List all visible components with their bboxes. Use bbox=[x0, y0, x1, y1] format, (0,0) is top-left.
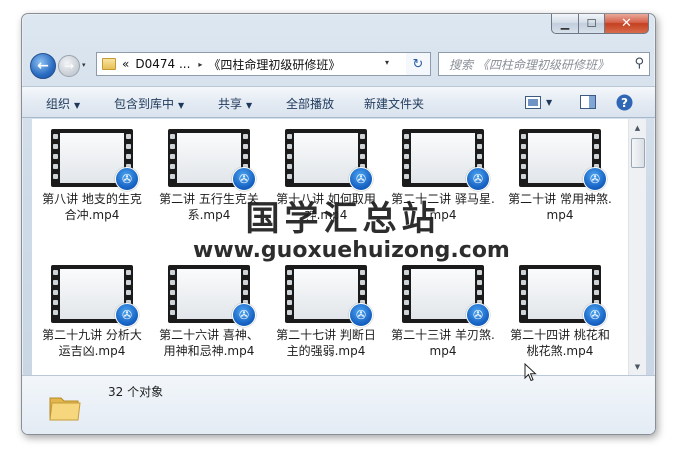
scroll-thumb[interactable] bbox=[631, 138, 645, 168]
video-file-icon: ✇ bbox=[402, 265, 490, 327]
organize-label: 组织 bbox=[46, 97, 71, 111]
folder-icon bbox=[49, 397, 81, 421]
scroll-down-icon[interactable]: ▼ bbox=[629, 358, 646, 375]
forward-button[interactable]: → bbox=[58, 55, 80, 77]
file-name: 第二讲 五行生克关系.mp4 bbox=[159, 192, 259, 222]
media-player-icon: ✇ bbox=[349, 167, 373, 191]
media-player-icon: ✇ bbox=[349, 303, 373, 327]
close-icon: ✕ bbox=[621, 16, 632, 31]
address-dropdown-icon[interactable]: ▾ bbox=[385, 58, 389, 67]
new-folder-button[interactable]: 新建文件夹 bbox=[364, 95, 424, 112]
new-folder-label: 新建文件夹 bbox=[364, 97, 425, 111]
file-name: 第二十讲 常用神煞.mp4 bbox=[508, 192, 612, 222]
file-list[interactable]: ✇ 第八讲 地支的生克合冲.mp4 ✇ 第二讲 五行生克关系.mp4 ✇ 第十八讲 如何取… bbox=[32, 119, 628, 375]
file-item[interactable]: ✇ 第二十六讲 喜神、用神和忌神.mp4 bbox=[155, 265, 263, 359]
share-label: 共享 bbox=[218, 97, 243, 111]
play-all-button[interactable]: 全部播放 bbox=[286, 95, 334, 112]
chevron-down-icon: ▼ bbox=[246, 101, 253, 110]
file-name: 第八讲 地支的生克合冲.mp4 bbox=[42, 192, 142, 222]
media-player-icon: ✇ bbox=[115, 167, 139, 191]
file-name: 第二十六讲 喜神、用神和忌神.mp4 bbox=[159, 328, 259, 358]
explorer-window: ▁ ☐ ✕ ← → ▾ « D0474 ... ▸ 《四柱命理初级研修班》 ▾ … bbox=[21, 13, 656, 435]
include-in-library-button[interactable]: 包含到库中 ▼ bbox=[114, 95, 184, 112]
address-segment-parent[interactable]: D0474 ... bbox=[135, 57, 190, 71]
item-count: 32 个对象 bbox=[108, 385, 164, 399]
file-item[interactable]: ✇ 第二十三讲 羊刃煞.mp4 bbox=[389, 265, 497, 359]
caption-buttons: ▁ ☐ ✕ bbox=[551, 14, 649, 34]
media-player-icon: ✇ bbox=[232, 303, 256, 327]
file-name: 第二十九讲 分析大运吉凶.mp4 bbox=[42, 328, 142, 358]
folder-icon bbox=[102, 58, 116, 70]
search-icon[interactable]: ⚲ bbox=[634, 56, 644, 71]
video-file-icon: ✇ bbox=[285, 265, 373, 327]
chevron-down-icon: ▼ bbox=[178, 101, 185, 110]
video-file-icon: ✇ bbox=[51, 129, 139, 191]
help-button[interactable]: ? bbox=[616, 93, 633, 111]
media-player-icon: ✇ bbox=[232, 167, 256, 191]
help-icon: ? bbox=[616, 94, 633, 110]
file-name: 第二十二讲 驿马星.mp4 bbox=[391, 192, 495, 222]
forward-arrow-icon: → bbox=[63, 59, 75, 73]
chevron-down-icon: ▼ bbox=[74, 101, 81, 110]
address-bar[interactable]: « D0474 ... ▸ 《四柱命理初级研修班》 ▾ bbox=[96, 52, 408, 76]
address-separator-icon[interactable]: ▸ bbox=[198, 60, 202, 69]
maximize-icon: ☐ bbox=[586, 17, 597, 30]
refresh-button[interactable]: ↻ bbox=[406, 52, 431, 76]
minimize-icon: ▁ bbox=[560, 17, 570, 30]
details-pane: 32 个对象 bbox=[22, 375, 655, 434]
search-placeholder: 搜索 《四柱命理初级研修班》 bbox=[449, 57, 609, 72]
view-icon bbox=[525, 95, 541, 109]
play-all-label: 全部播放 bbox=[286, 97, 335, 111]
file-item[interactable]: ✇ 第二十二讲 驿马星.mp4 bbox=[389, 129, 497, 223]
file-item[interactable]: ✇ 第十八讲 如何取用神.mp4 bbox=[272, 129, 380, 223]
file-name: 第二十三讲 羊刃煞.mp4 bbox=[391, 328, 495, 358]
minimize-button[interactable]: ▁ bbox=[551, 14, 579, 34]
share-button[interactable]: 共享 ▼ bbox=[218, 95, 252, 112]
file-name: 第二十七讲 判断日主的强弱.mp4 bbox=[276, 328, 376, 358]
file-name: 第二十四讲 桃花和桃花煞.mp4 bbox=[510, 328, 610, 358]
video-file-icon: ✇ bbox=[285, 129, 373, 191]
vertical-scrollbar[interactable]: ▲ ▼ bbox=[628, 119, 646, 375]
file-item[interactable]: ✇ 第二十四讲 桃花和桃花煞.mp4 bbox=[506, 265, 614, 359]
organize-button[interactable]: 组织 ▼ bbox=[46, 95, 80, 112]
video-file-icon: ✇ bbox=[168, 265, 256, 327]
search-box[interactable]: 搜索 《四柱命理初级研修班》 ⚲ bbox=[438, 52, 650, 76]
video-file-icon: ✇ bbox=[402, 129, 490, 191]
media-player-icon: ✇ bbox=[583, 167, 607, 191]
video-file-icon: ✇ bbox=[168, 129, 256, 191]
maximize-button[interactable]: ☐ bbox=[579, 14, 605, 34]
video-file-icon: ✇ bbox=[519, 129, 607, 191]
command-bar: 组织 ▼ 包含到库中 ▼ 共享 ▼ 全部播放 新建文件夹 ▼ ? bbox=[22, 86, 655, 118]
media-player-icon: ✇ bbox=[466, 167, 490, 191]
media-player-icon: ✇ bbox=[115, 303, 139, 327]
file-item[interactable]: ✇ 第八讲 地支的生克合冲.mp4 bbox=[38, 129, 146, 223]
preview-pane-icon bbox=[580, 95, 596, 109]
navigation-bar: ← → ▾ « D0474 ... ▸ 《四柱命理初级研修班》 ▾ ↻ 搜索 《… bbox=[22, 42, 655, 80]
svg-text:?: ? bbox=[621, 96, 628, 110]
preview-pane-button[interactable] bbox=[580, 93, 596, 111]
file-item[interactable]: ✇ 第二十九讲 分析大运吉凶.mp4 bbox=[38, 265, 146, 359]
include-library-label: 包含到库中 bbox=[114, 97, 175, 111]
back-arrow-icon: ← bbox=[37, 58, 49, 74]
recent-pages-dropdown[interactable]: ▾ bbox=[82, 61, 86, 69]
media-player-icon: ✇ bbox=[583, 303, 607, 327]
chevron-down-icon: ▼ bbox=[546, 97, 553, 107]
view-options-button[interactable]: ▼ bbox=[525, 93, 552, 111]
media-player-icon: ✇ bbox=[466, 303, 490, 327]
refresh-icon: ↻ bbox=[412, 56, 424, 72]
back-button[interactable]: ← bbox=[30, 53, 56, 79]
file-item[interactable]: ✇ 第二十七讲 判断日主的强弱.mp4 bbox=[272, 265, 380, 359]
address-overflow[interactable]: « bbox=[122, 57, 129, 71]
video-file-icon: ✇ bbox=[51, 265, 139, 327]
scroll-up-icon[interactable]: ▲ bbox=[629, 119, 646, 136]
address-segment-current[interactable]: 《四柱命理初级研修班》 bbox=[208, 56, 340, 73]
file-item[interactable]: ✇ 第二讲 五行生克关系.mp4 bbox=[155, 129, 263, 223]
close-button[interactable]: ✕ bbox=[605, 14, 649, 34]
mouse-cursor-icon bbox=[524, 363, 537, 382]
video-file-icon: ✇ bbox=[519, 265, 607, 327]
file-name: 第十八讲 如何取用神.mp4 bbox=[276, 192, 376, 222]
file-item[interactable]: ✇ 第二十讲 常用神煞.mp4 bbox=[506, 129, 614, 223]
